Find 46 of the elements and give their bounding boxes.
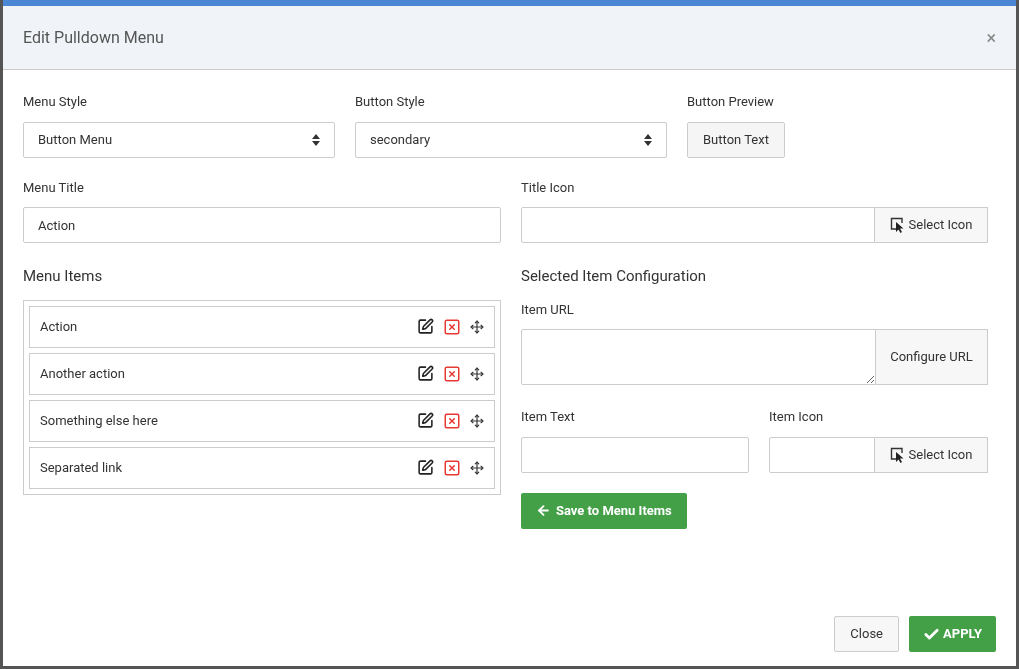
preview-button[interactable]: Button Text (687, 121, 785, 158)
edit-icon[interactable] (417, 318, 434, 335)
menu-item[interactable]: Another action (29, 352, 495, 395)
input-field[interactable] (521, 436, 749, 473)
field-label: Item Icon (769, 408, 825, 426)
field-label: Item URL (521, 300, 575, 319)
input-field[interactable]: Action (23, 207, 501, 243)
cursor-box-icon (889, 217, 906, 233)
move-icon[interactable] (470, 413, 484, 428)
input-field[interactable] (521, 207, 875, 243)
menu-item-text: Another action (40, 364, 125, 383)
section-heading: Menu Items (23, 266, 104, 287)
select-field[interactable]: Button Menu (23, 121, 335, 158)
configure-url-button[interactable]: Configure URL (876, 329, 988, 385)
dialog-title: Edit Pulldown Menu (23, 26, 164, 49)
close-button[interactable]: Close (834, 616, 899, 652)
field-label: Title Icon (521, 178, 576, 197)
edit-icon[interactable] (417, 412, 434, 429)
move-icon[interactable] (470, 319, 484, 334)
select-field[interactable]: secondary (355, 121, 667, 158)
menu-item[interactable]: Action (29, 305, 495, 348)
cursor-box-icon (889, 446, 906, 463)
sort-caret-icon (644, 133, 652, 146)
move-icon[interactable] (470, 366, 484, 381)
edit-icon[interactable] (417, 365, 434, 382)
menu-item[interactable]: Something else here (29, 399, 495, 442)
menu-item-text: Something else here (40, 411, 158, 430)
menu-item[interactable]: Separated link (29, 446, 495, 489)
delete-icon[interactable] (443, 364, 461, 383)
delete-icon[interactable] (443, 458, 461, 477)
edit-icon[interactable] (417, 459, 434, 476)
menu-item-text: Action (40, 317, 78, 336)
section-heading: Selected Item Configuration (521, 266, 708, 287)
menu-item-text: Separated link (40, 458, 122, 477)
input-field[interactable] (769, 436, 875, 473)
field-label: Button Style (355, 93, 426, 111)
field-label: Button Preview (687, 93, 775, 111)
delete-icon[interactable] (443, 317, 461, 336)
move-icon[interactable] (470, 460, 484, 475)
delete-icon[interactable] (443, 411, 461, 430)
select-icon-button[interactable]: Select Icon (875, 436, 988, 473)
field-label: Item Text (521, 408, 576, 426)
select-icon-button[interactable]: Select Icon (875, 207, 988, 243)
field-label: Menu Style (23, 93, 88, 111)
field-label: Menu Title (23, 178, 85, 197)
sort-caret-icon (312, 133, 320, 146)
